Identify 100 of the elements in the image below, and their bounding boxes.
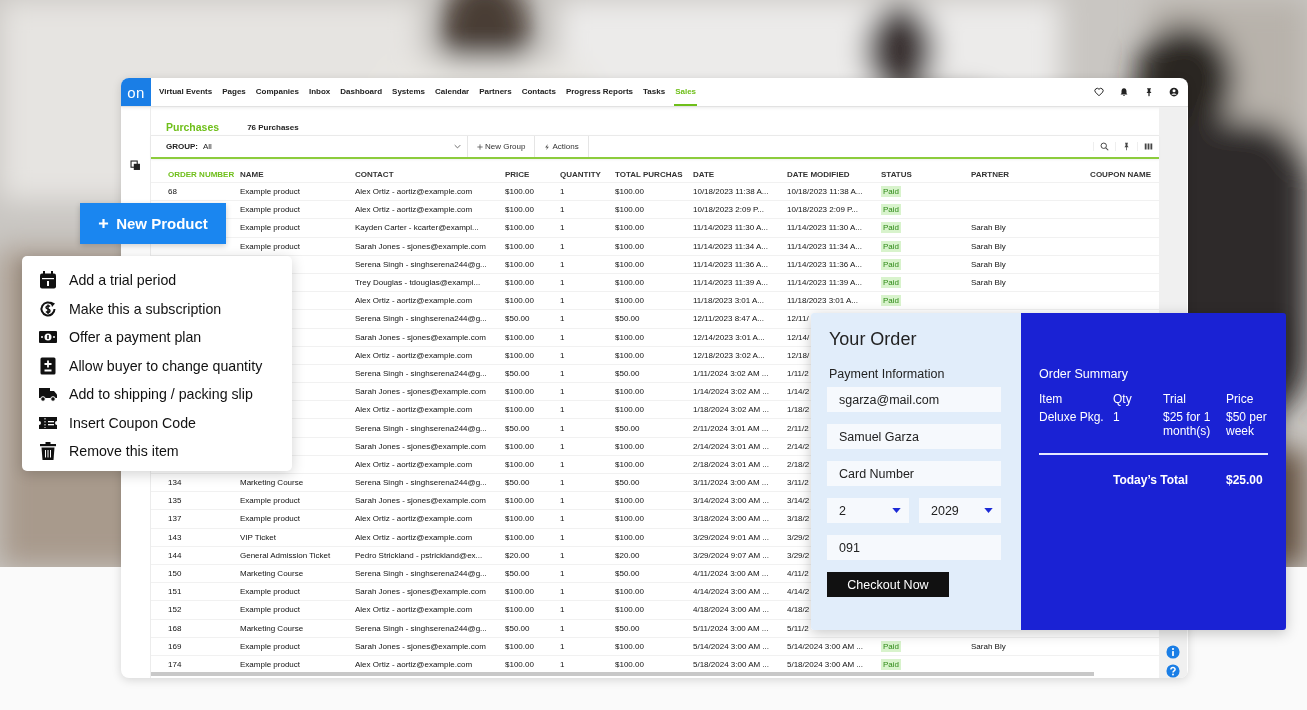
table-cell: Serena Singh - singhserena244@g...: [355, 423, 487, 433]
bell-icon[interactable]: [1119, 87, 1129, 97]
table-cell: 1: [560, 205, 565, 215]
actions-button[interactable]: Actions: [535, 136, 589, 157]
summary-cell-text: $25 for 1 month(s): [1163, 411, 1212, 439]
status-badge: Paid: [881, 658, 901, 670]
table-cell: 11/14/2023 11:39 A...: [693, 278, 768, 288]
cvv-field[interactable]: 091: [827, 535, 1001, 560]
column-header[interactable]: QUANTITY: [560, 169, 615, 179]
select-field[interactable]: 2: [827, 498, 909, 523]
table-cell: 1/14/2024 3:02 AM ...: [693, 387, 770, 397]
app-logo[interactable]: on: [121, 78, 151, 106]
menu-item[interactable]: Allow buyer to change quantity: [22, 351, 292, 380]
table-cell: $100.00: [505, 259, 534, 269]
table-cell: $50.00: [615, 368, 640, 378]
copy-icon[interactable]: [130, 160, 141, 171]
menu-item[interactable]: Make this a subscription: [22, 294, 292, 323]
column-header[interactable]: DATE MODIFIED: [787, 169, 881, 179]
table-cell: $20.00: [615, 550, 640, 560]
menu-item[interactable]: Remove this item: [22, 437, 292, 466]
new-group-button[interactable]: New Group: [468, 136, 536, 157]
table-cell: Serena Singh - singhserena244@g...: [355, 314, 487, 324]
table-cell: 12/18/: [787, 350, 810, 360]
table-cell: $100.00: [505, 405, 534, 415]
select-field[interactable]: 2029: [919, 498, 1001, 523]
table-cell: 3/14/2: [787, 496, 810, 506]
nav-tab[interactable]: Dashboard: [339, 78, 384, 106]
column-header[interactable]: DATE: [693, 169, 787, 179]
status-badge: Paid: [881, 258, 901, 270]
table-cell: 4/11/2024 3:00 AM ...: [693, 569, 769, 579]
table-cell: $100.00: [505, 514, 534, 524]
nav-tab[interactable]: Calendar: [434, 78, 471, 106]
table-cell: $20.00: [505, 550, 530, 560]
nav-tab[interactable]: Progress Reports: [564, 78, 635, 106]
table-cell: $100.00: [505, 296, 534, 306]
table-cell: 2/14/2024 3:01 AM ...: [693, 441, 770, 451]
input-field[interactable]: sgarza@mail.com: [827, 387, 1001, 412]
table-cell: 11/14/2023 11:36 A...: [693, 259, 768, 269]
nav-tab[interactable]: Virtual Events: [158, 78, 214, 106]
help-icon[interactable]: [1166, 664, 1180, 678]
table-cell: Alex Ortiz - aortiz@example.com: [355, 187, 473, 197]
summary-cell: $50 per week: [1226, 411, 1268, 439]
table-cell: Sarah Jones - sjones@example.com: [355, 241, 486, 251]
scrollbar[interactable]: [151, 672, 1094, 676]
column-header: Qty: [1113, 392, 1133, 406]
menu-item[interactable]: Insert Coupon Code: [22, 408, 292, 437]
column-header[interactable]: COUPON NAME: [1081, 169, 1151, 179]
table-cell: $50.00: [505, 569, 530, 579]
table-cell: $100.00: [505, 387, 534, 397]
info-icon[interactable]: [1166, 645, 1180, 659]
table-cell: 143: [168, 532, 182, 542]
nav-tab[interactable]: Inbox: [307, 78, 332, 106]
nav-tab[interactable]: Contacts: [520, 78, 557, 106]
status-badge: Paid: [881, 277, 901, 289]
group-select[interactable]: All: [198, 136, 468, 157]
table-cell: 3/11/2: [787, 478, 809, 488]
heart-icon[interactable]: [1094, 87, 1104, 97]
column-header[interactable]: STATUS: [881, 169, 971, 179]
nav-tab[interactable]: Systems: [391, 78, 426, 106]
table-cell: 10/18/2023 2:09 P...: [693, 205, 765, 215]
new-product-button[interactable]: New Product: [80, 203, 226, 244]
table-cell: Alex Ortiz - aortiz@example.com: [355, 532, 473, 542]
table-cell: 12/14/2023 3:01 A...: [693, 332, 765, 342]
menu-item[interactable]: Add to shipping / packing slip: [22, 380, 292, 409]
pin-icon[interactable]: [1144, 87, 1154, 97]
caret-icon: [454, 144, 461, 149]
table-cell: $100.00: [615, 405, 644, 415]
menu-item[interactable]: Add a trial period: [22, 266, 292, 295]
table-cell: $100.00: [615, 205, 644, 215]
table-cell: 2/18/2: [787, 459, 810, 469]
table-cell: 1: [560, 278, 565, 288]
table-cell: 135: [168, 496, 182, 506]
input-field[interactable]: Card Number: [827, 461, 1001, 486]
table-cell: 1: [560, 623, 565, 633]
table-cell: Example product: [240, 496, 301, 506]
table-cell: 144: [168, 550, 182, 560]
checkout-button[interactable]: Checkout Now: [827, 572, 949, 597]
input-field[interactable]: Samuel Garza: [827, 424, 1001, 449]
column-header[interactable]: NAME: [240, 169, 355, 179]
status-badge: Paid: [881, 204, 901, 216]
table-cell: 4/18/2024 3:00 AM ...: [693, 605, 770, 615]
column-header[interactable]: CONTACT: [355, 169, 505, 179]
table-cell: 5/11/2: [787, 623, 809, 633]
table-cell: 1: [560, 187, 565, 197]
table-cell: 5/11/2024 3:00 AM ...: [693, 623, 769, 633]
nav-tab[interactable]: Partners: [478, 78, 513, 106]
table-cell: Example product: [240, 514, 301, 524]
user-icon[interactable]: [1169, 87, 1179, 97]
menu-item[interactable]: Offer a payment plan: [22, 323, 292, 352]
table-cell: 1/18/2024 3:02 AM ...: [693, 405, 770, 415]
column-header[interactable]: TOTAL PURCHAS: [615, 169, 693, 179]
purchase-count: 76 Purchases: [247, 123, 299, 133]
nav-tab[interactable]: Pages: [221, 78, 247, 106]
column-header[interactable]: PARTNER: [971, 169, 1081, 179]
table-cell: $50.00: [505, 423, 530, 433]
column-header[interactable]: PRICE: [505, 169, 560, 179]
nav-tab[interactable]: Tasks: [642, 78, 667, 106]
nav-tab[interactable]: Companies: [254, 78, 300, 106]
table-cell: 5/14/2024 3:00 AM ...: [693, 641, 770, 651]
table-cell: $100.00: [615, 605, 644, 615]
